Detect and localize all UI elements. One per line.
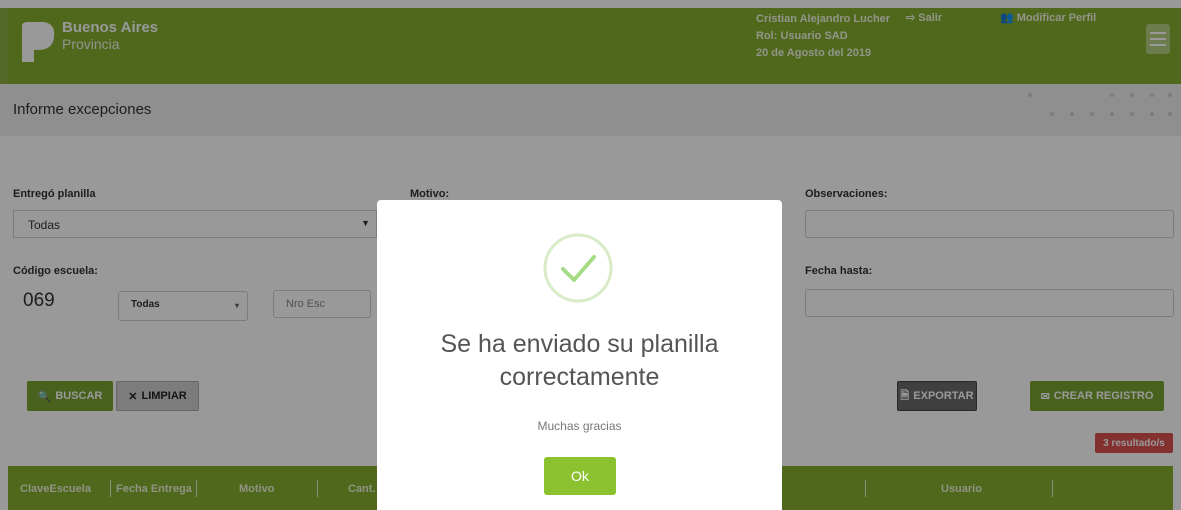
ok-button[interactable]: Ok	[544, 457, 616, 495]
success-check-icon	[543, 233, 613, 303]
dialog-subtitle: Muchas gracias	[537, 419, 622, 433]
success-dialog: Se ha enviado su planilla correctamente …	[377, 200, 782, 510]
dialog-title: Se ha enviado su planilla correctamente	[440, 330, 719, 391]
